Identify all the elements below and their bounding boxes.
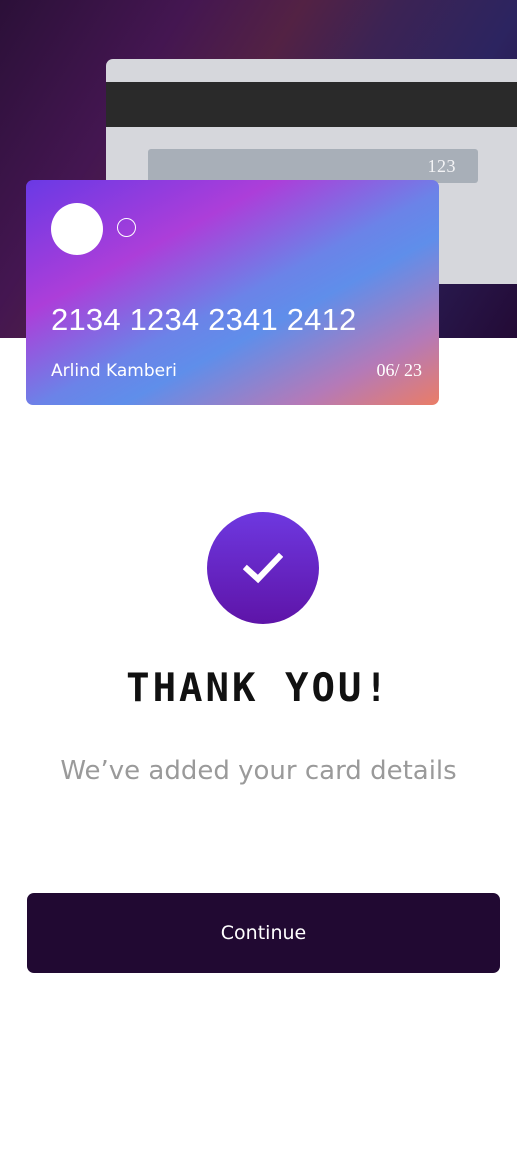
- success-badge: [207, 512, 319, 624]
- success-message: We’ve added your card details: [60, 756, 457, 786]
- card-holder-name: Arlind Kamberi: [51, 361, 177, 381]
- thank-you-heading: THANK YOU!: [126, 666, 391, 711]
- continue-button[interactable]: Continue: [27, 893, 500, 973]
- card-logo-circle-icon: [51, 203, 103, 255]
- card-logo-ring-icon: [117, 218, 136, 237]
- payment-success-screen: 123 2134 1234 2341 2412 Arlind Kamberi 0…: [0, 0, 517, 1159]
- card-front: 2134 1234 2341 2412 Arlind Kamberi 06/ 2…: [26, 180, 439, 405]
- continue-button-label: Continue: [220, 922, 307, 944]
- card-cvv: 123: [427, 156, 456, 176]
- card-number: 2134 1234 2341 2412: [51, 302, 357, 337]
- card-expiry: 06/ 23: [376, 360, 422, 380]
- checkmark-icon: [243, 552, 283, 584]
- magnetic-stripe: [106, 82, 517, 127]
- signature-strip: 123: [148, 149, 478, 183]
